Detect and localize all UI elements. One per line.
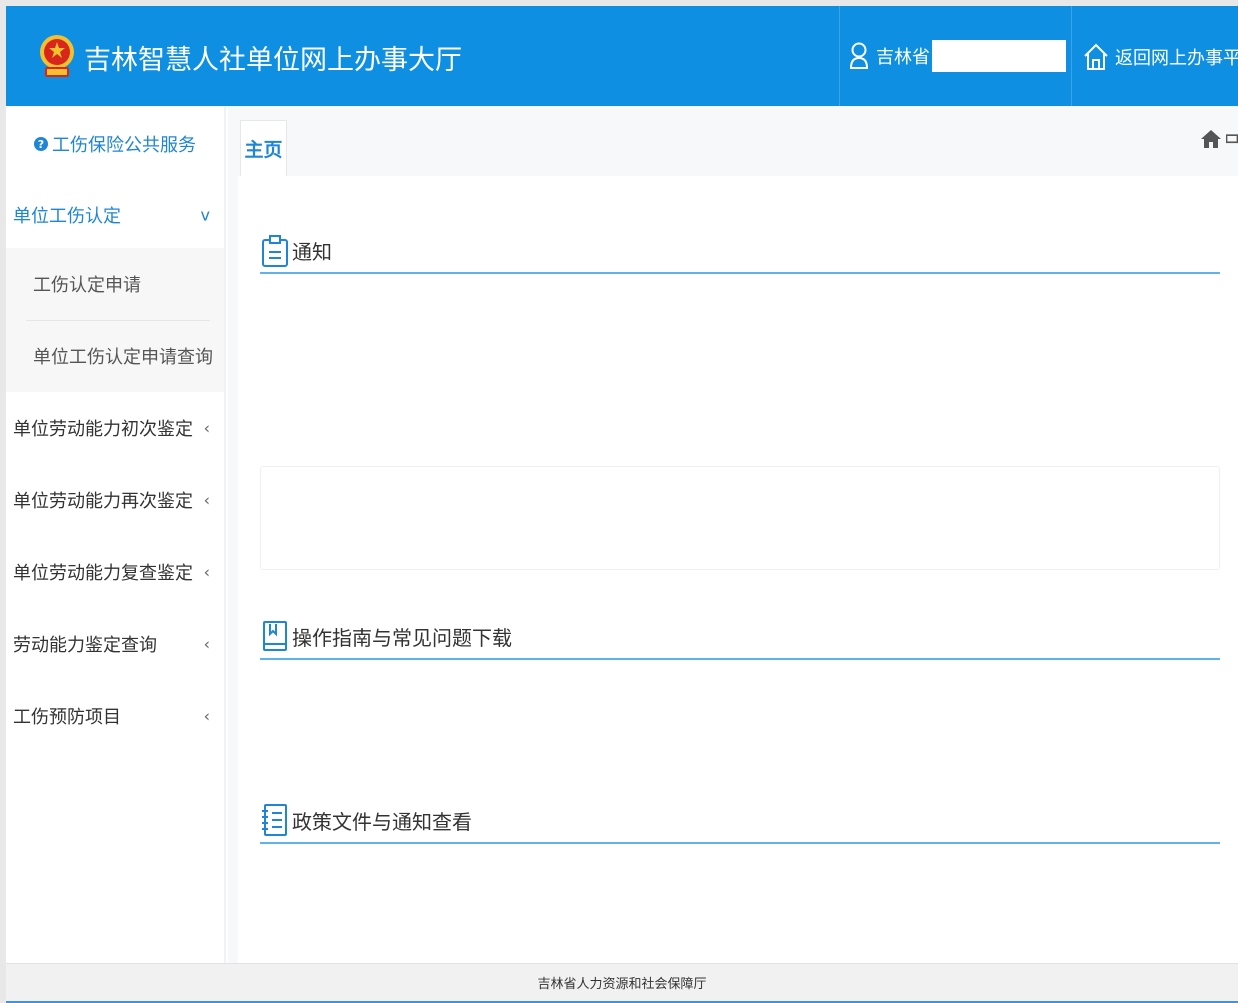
- chevron-left-icon: ‹: [203, 490, 210, 510]
- tab-home[interactable]: 主页: [240, 120, 287, 176]
- user-icon: [849, 42, 869, 69]
- menu-group-label: 劳动能力鉴定查询: [13, 635, 157, 656]
- user-menu[interactable]: 吉林省: [848, 40, 1066, 72]
- notice-section-title: 通知: [292, 239, 332, 264]
- menu-group-review-appraisal[interactable]: 单位劳动能力复查鉴定 ‹: [6, 536, 224, 608]
- submenu-item-injury-application[interactable]: 工伤认定申请: [6, 248, 224, 320]
- header-divider: [1071, 6, 1072, 106]
- tab-tools: [1196, 128, 1238, 150]
- user-name: 吉林省: [876, 47, 930, 68]
- sidebar-title: ? 工伤保险公共服务: [6, 106, 224, 182]
- home-icon[interactable]: [1200, 128, 1222, 150]
- footer-text: 吉林省人力资源和社会保障厅: [537, 977, 707, 992]
- menu-group-label: 单位劳动能力再次鉴定: [13, 491, 193, 512]
- chevron-left-icon: ‹: [203, 706, 210, 726]
- clipboard-icon: [262, 235, 288, 267]
- chevron-down-icon: v: [200, 205, 210, 225]
- sidebar-title-label: 工伤保险公共服务: [52, 135, 196, 156]
- header-divider: [839, 6, 840, 106]
- chevron-left-icon: ‹: [203, 418, 210, 438]
- submenu-item-label: 单位工伤认定申请查询: [33, 347, 213, 368]
- home-panel: 通知 操作指南与常见问题下载 政策文件与通知查看: [238, 176, 1238, 963]
- menu-group-work-injury-recognition[interactable]: 单位工伤认定 v: [6, 182, 224, 248]
- menu-group-label: 单位工伤认定: [13, 206, 121, 227]
- menu-group-injury-prevention[interactable]: 工伤预防项目 ‹: [6, 680, 224, 752]
- main-content: 主页 通知 操作指南与常见问题下载 政策文件与通知查看: [228, 106, 1238, 963]
- return-platform-link[interactable]: 返回网上办事平台: [1083, 40, 1238, 74]
- menu-group-re-appraisal[interactable]: 单位劳动能力再次鉴定 ‹: [6, 464, 224, 536]
- return-platform-label: 返回网上办事平台: [1115, 48, 1238, 69]
- national-emblem-icon: [40, 35, 74, 77]
- chevron-left-icon: ‹: [203, 634, 210, 654]
- notebook-icon: [262, 804, 287, 836]
- submenu: 工伤认定申请 单位工伤认定申请查询: [6, 248, 224, 392]
- footer: 吉林省人力资源和社会保障厅: [6, 963, 1238, 1001]
- guide-section-title: 操作指南与常见问题下载: [292, 625, 512, 650]
- redacted-username: [932, 40, 1066, 72]
- question-icon: ?: [34, 137, 48, 151]
- app-title: 吉林智慧人社单位网上办事大厅: [84, 45, 462, 76]
- guide-section-header: 操作指南与常见问题下载: [260, 614, 1220, 660]
- top-header: 吉林智慧人社单位网上办事大厅 吉林省 返回网上办事平台: [6, 6, 1238, 106]
- menu-group-label: 工伤预防项目: [13, 707, 121, 728]
- chevron-left-icon: ‹: [203, 562, 210, 582]
- menu-group-appraisal-query[interactable]: 劳动能力鉴定查询 ‹: [6, 608, 224, 680]
- home-outline-icon: [1084, 43, 1108, 70]
- submenu-item-application-query[interactable]: 单位工伤认定申请查询: [6, 320, 224, 392]
- menu-group-initial-appraisal[interactable]: 单位劳动能力初次鉴定 ‹: [6, 392, 224, 464]
- sidebar: ? 工伤保险公共服务 单位工伤认定 v 工伤认定申请 单位工伤认定申请查询 单位…: [6, 106, 226, 963]
- menu-group-label: 单位劳动能力复查鉴定: [13, 563, 193, 584]
- tab-bar: 主页: [228, 106, 1238, 176]
- policy-section-header: 政策文件与通知查看: [260, 798, 1220, 844]
- menu-group-label: 单位劳动能力初次鉴定: [13, 419, 193, 440]
- policy-section-title: 政策文件与通知查看: [292, 809, 472, 834]
- book-icon: [263, 621, 287, 651]
- monitor-icon[interactable]: [1226, 128, 1238, 150]
- notice-section-header: 通知: [260, 228, 1220, 274]
- notice-list-box: [260, 466, 1220, 570]
- submenu-item-label: 工伤认定申请: [33, 275, 141, 296]
